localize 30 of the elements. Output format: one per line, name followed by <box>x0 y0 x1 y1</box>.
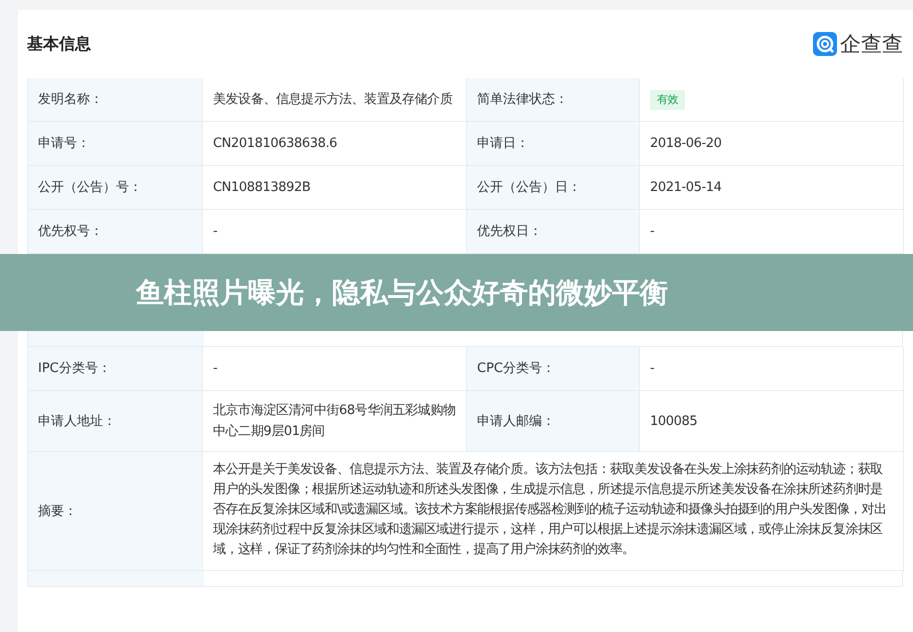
field-value: 2018-06-20 <box>650 135 722 153</box>
abstract-text: 本公开是关于美发设备、信息提示方法、装置及存储介质。该方法包括：获取美发设备在头发上涂抹药剂的运动轨迹；获取用户的头发图像；根据所述运动轨迹和所述头发图像，生成提示信息，所述提示信息提示所述美发设备在涂抹所述药剂时是否存在反复涂抹区域和\或遗漏区域。该技术方案能根据传感器检测到的梳子运动轨迹和摄像头拍摄到的用户头发图像，对出现涂抹药剂过程中反复涂抹区域和遗漏区域进行提示，这样，用户可以根据上述提示涂抹遗漏区域，或停止涂抹反复涂抹区域，这样，保证了药剂涂抹的均匀性和全面性，提高了用户涂抹药剂的效率。 <box>213 461 888 559</box>
field-value: - <box>650 360 654 378</box>
field-label: 申请日： <box>467 122 640 166</box>
field-label: 优先权号： <box>28 210 203 254</box>
field-label: 优先权日： <box>467 210 640 254</box>
field-value: CN108813892B <box>213 179 310 197</box>
status-badge: 有效 <box>650 90 686 110</box>
field-value: 美发设备、信息提示方法、装置及存储介质 <box>213 91 452 109</box>
field-label: 申请人邮编： <box>467 391 640 452</box>
field-value: 100085 <box>650 412 698 430</box>
field-value: 北京市海淀区清河中街68号华润五彩城购物中心二期9层01房间 <box>213 402 456 441</box>
section-title: 基本信息 <box>27 34 91 54</box>
field-label: 申请号： <box>28 122 203 166</box>
field-label: 申请人地址： <box>28 391 203 452</box>
field-label: CPC分类号： <box>467 347 640 391</box>
magnifier-logo-icon <box>813 32 837 56</box>
field-label: IPC分类号： <box>28 347 203 391</box>
field-value: - <box>213 360 218 378</box>
field-value: - <box>213 223 218 241</box>
field-label: 简单法律状态： <box>467 78 640 122</box>
field-label: 公开（公告）日： <box>467 166 640 210</box>
field-label: 摘要： <box>28 452 203 571</box>
field-value: - <box>650 223 654 241</box>
field-value: CN201810638638.6 <box>213 135 338 153</box>
logo-text: 企查查 <box>840 31 903 58</box>
field-label: 公开（公告）号： <box>28 166 203 210</box>
field-label: 发明名称： <box>28 78 203 122</box>
banner-title: 鱼柱照片曝光，隐私与公众好奇的微妙平衡 <box>136 274 668 310</box>
field-value: 2021-05-14 <box>650 179 722 197</box>
